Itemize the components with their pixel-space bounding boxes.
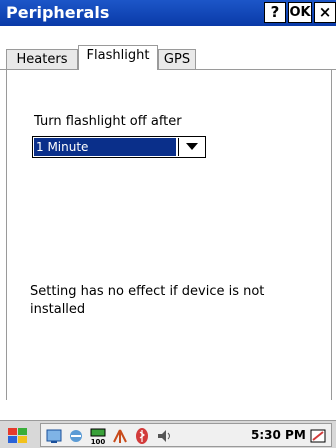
title-bar: Peripherals ? OK × <box>0 0 336 26</box>
battery-icon[interactable]: 100 <box>89 427 107 445</box>
windows-start-icon[interactable] <box>6 425 30 445</box>
dropdown-arrow-button[interactable] <box>178 138 204 156</box>
flashlight-timeout-value[interactable]: 1 Minute <box>34 138 176 156</box>
tab-flashlight[interactable]: Flashlight <box>78 45 158 70</box>
input-panel-icon[interactable] <box>309 427 327 445</box>
bluetooth-icon[interactable] <box>133 427 151 445</box>
tab-gps[interactable]: GPS <box>158 49 196 70</box>
sync-icon[interactable] <box>67 427 85 445</box>
system-tray: 100 5:30 PM <box>40 423 332 447</box>
flashlight-timeout-dropdown[interactable]: 1 Minute <box>32 136 206 158</box>
close-button[interactable]: × <box>314 2 336 23</box>
flashlight-timeout-label: Turn flashlight off after <box>34 114 182 129</box>
tab-strip: Heaters Flashlight GPS <box>0 26 336 70</box>
window-title: Peripherals <box>6 3 110 22</box>
note-line-2: installed <box>30 302 86 317</box>
connection-icon[interactable] <box>45 427 63 445</box>
tab-heaters[interactable]: Heaters <box>6 49 78 70</box>
help-button[interactable]: ? <box>264 2 286 23</box>
taskbar: 100 5:30 PM <box>0 420 336 448</box>
chevron-down-icon <box>185 143 198 150</box>
antenna-icon[interactable] <box>111 427 129 445</box>
sound-icon[interactable] <box>155 427 173 445</box>
note-line-1: Setting has no effect if device is not <box>30 284 265 299</box>
clock[interactable]: 5:30 PM <box>251 428 306 442</box>
ok-button[interactable]: OK <box>288 2 312 23</box>
battery-percent-text: 100 <box>91 438 106 445</box>
